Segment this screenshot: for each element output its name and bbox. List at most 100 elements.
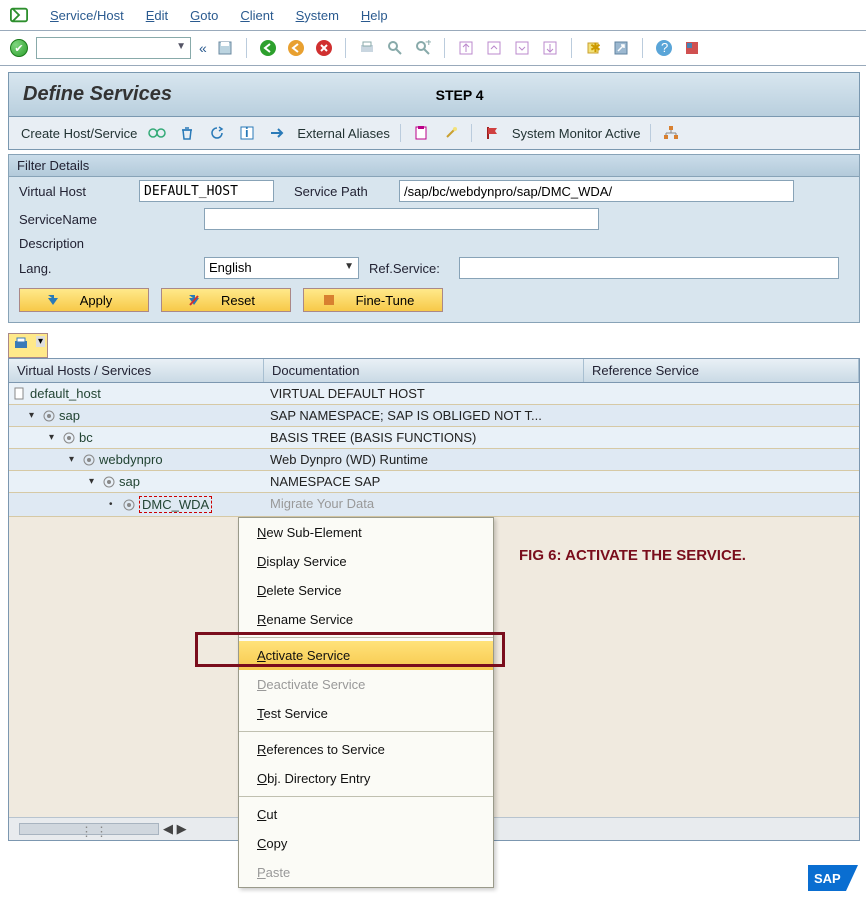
find-icon[interactable] bbox=[385, 38, 405, 58]
next-page-icon[interactable] bbox=[512, 38, 532, 58]
tree-row[interactable]: ▾sapNAMESPACE SAP bbox=[9, 471, 859, 493]
arrow-right-icon[interactable] bbox=[267, 123, 287, 143]
menu-help[interactable]: Help bbox=[361, 8, 388, 23]
tree-row[interactable]: ▾bcBASIS TREE (BASIS FUNCTIONS) bbox=[9, 427, 859, 449]
virtual-host-input[interactable] bbox=[139, 180, 274, 202]
back-icon[interactable] bbox=[258, 38, 278, 58]
menu-service-host[interactable]: Service/Host bbox=[50, 8, 124, 23]
clipboard-icon[interactable] bbox=[411, 123, 431, 143]
wand-icon[interactable] bbox=[441, 123, 461, 143]
col-reference-service[interactable]: Reference Service bbox=[584, 359, 859, 382]
last-page-icon[interactable] bbox=[540, 38, 560, 58]
first-page-icon[interactable] bbox=[456, 38, 476, 58]
svg-text:+: + bbox=[425, 40, 431, 49]
info-icon[interactable]: i bbox=[237, 123, 257, 143]
tree-row[interactable]: ▾sapSAP NAMESPACE; SAP IS OBLIGED NOT T.… bbox=[9, 405, 859, 427]
ctx-separator bbox=[239, 731, 493, 732]
apply-button[interactable]: Apply bbox=[19, 288, 149, 312]
glasses-icon[interactable] bbox=[147, 123, 167, 143]
create-host-service-button[interactable]: Create Host/Service bbox=[21, 126, 137, 141]
ctx-separator bbox=[239, 637, 493, 638]
ctx-copy[interactable]: Copy bbox=[239, 829, 493, 858]
print-dropdown[interactable] bbox=[8, 333, 48, 358]
tree-row[interactable]: default_hostVIRTUAL DEFAULT HOST bbox=[9, 383, 859, 405]
ctx-obj-directory[interactable]: Obj. Directory Entry bbox=[239, 764, 493, 793]
application-toolbar: Create Host/Service i External Aliases S… bbox=[8, 117, 860, 150]
filter-panel-title: Filter Details bbox=[9, 155, 859, 177]
menu-goto[interactable]: Goto bbox=[190, 8, 218, 23]
menu-client[interactable]: Client bbox=[240, 8, 273, 23]
ctx-cut[interactable]: Cut bbox=[239, 800, 493, 829]
tree-row[interactable]: •DMC_WDAMigrate Your Data bbox=[9, 493, 859, 517]
ctx-activate-service[interactable]: Activate Service bbox=[239, 641, 493, 670]
new-session-icon[interactable]: ✱ bbox=[583, 38, 603, 58]
hierarchy-icon[interactable] bbox=[661, 123, 681, 143]
ctx-display-service[interactable]: Display Service bbox=[239, 547, 493, 576]
refresh-icon[interactable] bbox=[207, 123, 227, 143]
virtual-host-label: Virtual Host bbox=[19, 184, 129, 199]
ctx-delete-service[interactable]: Delete Service bbox=[239, 576, 493, 605]
lang-label: Lang. bbox=[19, 261, 129, 276]
component-selected-icon bbox=[122, 498, 136, 512]
save-icon[interactable] bbox=[215, 38, 235, 58]
ctx-paste: Paste bbox=[239, 858, 493, 887]
service-name-input[interactable] bbox=[204, 208, 599, 230]
print-icon[interactable] bbox=[357, 38, 377, 58]
page-step: STEP 4 bbox=[436, 87, 484, 103]
ctx-separator bbox=[239, 796, 493, 797]
tree-body: default_hostVIRTUAL DEFAULT HOST ▾sapSAP… bbox=[9, 383, 859, 840]
col-virtual-hosts[interactable]: Virtual Hosts / Services bbox=[9, 359, 264, 382]
service-path-label: Service Path bbox=[294, 184, 389, 199]
context-menu: New Sub-Element Display Service Delete S… bbox=[238, 517, 494, 888]
ctx-test-service[interactable]: Test Service bbox=[239, 699, 493, 728]
standard-toolbar: ✔ « + ✱ ? bbox=[0, 31, 866, 66]
svg-text:✱: ✱ bbox=[590, 40, 601, 55]
service-path-input[interactable] bbox=[399, 180, 794, 202]
reset-button[interactable]: Reset bbox=[161, 288, 291, 312]
app-menu-icon[interactable] bbox=[10, 6, 28, 24]
menu-system[interactable]: System bbox=[296, 8, 339, 23]
external-aliases-button[interactable]: External Aliases bbox=[297, 126, 390, 141]
menu-edit[interactable]: Edit bbox=[146, 8, 168, 23]
help-icon[interactable]: ? bbox=[654, 38, 674, 58]
shortcut-icon[interactable] bbox=[611, 38, 631, 58]
service-name-label: ServiceName bbox=[19, 212, 129, 227]
fine-tune-button[interactable]: Fine-Tune bbox=[303, 288, 443, 312]
system-monitor-button[interactable]: System Monitor Active bbox=[512, 126, 641, 141]
ctx-references[interactable]: References to Service bbox=[239, 735, 493, 764]
service-tree-table: Virtual Hosts / Services Documentation R… bbox=[8, 358, 860, 841]
component-icon bbox=[82, 453, 96, 467]
component-icon bbox=[42, 409, 56, 423]
page-title: Define Services bbox=[23, 83, 172, 105]
page-icon bbox=[13, 387, 27, 401]
description-label: Description bbox=[19, 236, 129, 251]
col-documentation[interactable]: Documentation bbox=[264, 359, 584, 382]
annotation-text: FIG 6: ACTIVATE THE SERVICE. bbox=[519, 547, 746, 564]
filter-details-panel: Filter Details Virtual Host Service Path… bbox=[8, 154, 860, 323]
ctx-rename-service[interactable]: Rename Service bbox=[239, 605, 493, 634]
exit-icon[interactable] bbox=[286, 38, 306, 58]
svg-text:SAP: SAP bbox=[814, 871, 841, 886]
ref-service-input[interactable] bbox=[459, 257, 839, 279]
tree-row[interactable]: ▾webdynproWeb Dynpro (WD) Runtime bbox=[9, 449, 859, 471]
component-icon bbox=[102, 475, 116, 489]
enter-icon[interactable]: ✔ bbox=[10, 39, 28, 57]
ctx-new-sub-element[interactable]: New Sub-Element bbox=[239, 518, 493, 547]
flag-icon[interactable] bbox=[482, 123, 502, 143]
title-area: Define Services STEP 4 bbox=[8, 72, 860, 117]
sap-logo: SAP bbox=[808, 865, 858, 894]
find-next-icon[interactable]: + bbox=[413, 38, 433, 58]
component-icon bbox=[62, 431, 76, 445]
collapse-icon[interactable]: « bbox=[199, 40, 207, 56]
cancel-icon[interactable] bbox=[314, 38, 334, 58]
ref-service-label: Ref.Service: bbox=[369, 261, 449, 276]
command-combo[interactable] bbox=[36, 37, 191, 59]
svg-text:i: i bbox=[245, 125, 249, 140]
layout-icon[interactable] bbox=[682, 38, 702, 58]
menu-bar: Service/Host Edit Goto Client System Hel… bbox=[0, 0, 866, 31]
svg-text:?: ? bbox=[661, 40, 668, 55]
prev-page-icon[interactable] bbox=[484, 38, 504, 58]
lang-combo[interactable]: English bbox=[204, 257, 359, 279]
trash-icon[interactable] bbox=[177, 123, 197, 143]
ctx-deactivate-service: Deactivate Service bbox=[239, 670, 493, 699]
